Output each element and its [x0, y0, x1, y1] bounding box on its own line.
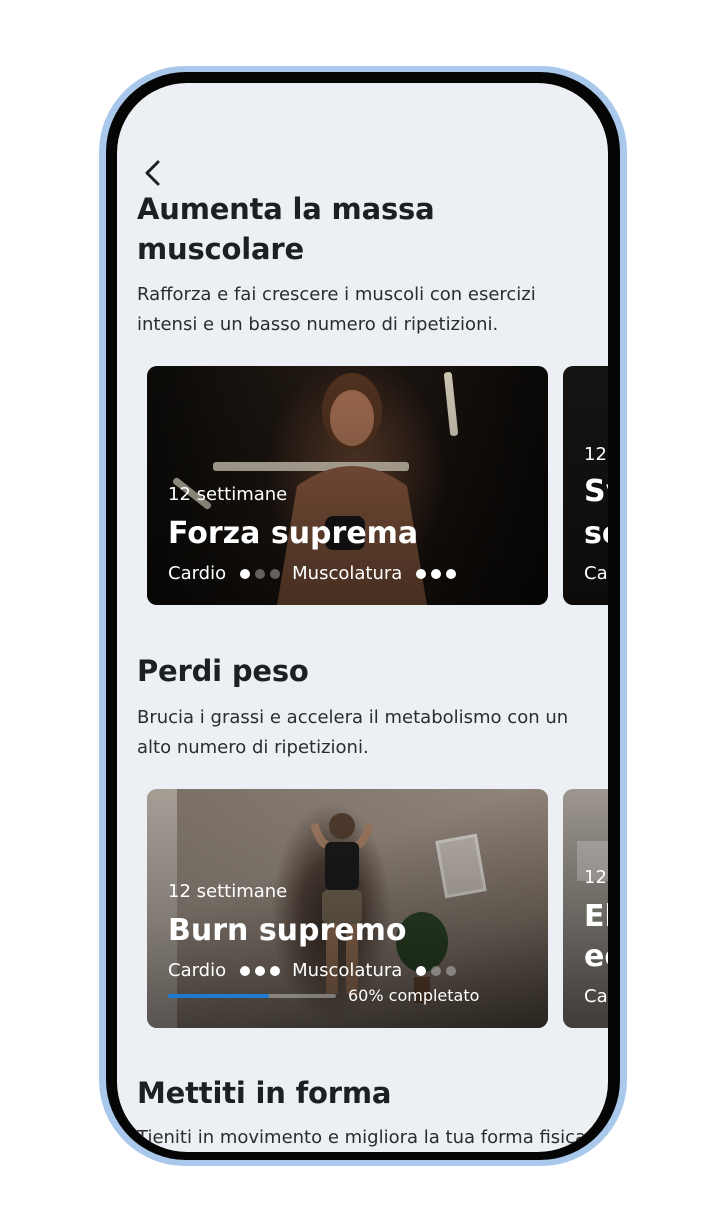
muscle-level-dots: [416, 569, 457, 579]
level-dot: [270, 569, 281, 579]
card-title-line1: El: [584, 899, 608, 934]
card-title: Forza suprema: [168, 516, 419, 551]
level-dot: [240, 966, 251, 976]
level-dot: [431, 966, 442, 976]
card-duration: 12 settimane: [168, 484, 288, 505]
muscle-label: Muscolatura: [292, 960, 403, 981]
card-title-line2: ec: [584, 939, 608, 974]
cardio-level-dots: [240, 569, 281, 579]
level-dot: [446, 569, 457, 579]
card-title-line2: se: [584, 516, 608, 551]
section-description-get-fit: Tieniti in movimento e migliora la tua f…: [137, 1127, 587, 1148]
cardio-label: Cardio: [168, 960, 227, 981]
card-intensity: Cardio Muscolatura: [168, 960, 468, 982]
card-duration: 12 settimane: [168, 881, 288, 902]
app-screen: Aumenta la massa muscolare Rafforza e fa…: [117, 83, 608, 1152]
muscle-label: Muscolatura: [292, 563, 403, 584]
card-title: Burn supremo: [168, 913, 407, 948]
section-description-lose-weight: Brucia i grassi e accelera il metabolism…: [137, 707, 569, 758]
program-card-peek[interactable]: 12 Sv se Ca: [563, 366, 608, 605]
card-duration: 12: [584, 444, 607, 465]
muscle-level-dots: [416, 966, 457, 976]
program-card-forza-suprema[interactable]: 12 settimane Forza suprema Cardio Muscol…: [147, 366, 548, 605]
progress-label: 60% completato: [348, 986, 480, 1005]
program-card-burn-supremo[interactable]: 12 settimane Burn supremo Cardio Muscola…: [147, 789, 548, 1028]
progress-fill: [168, 994, 269, 998]
program-card-peek[interactable]: 12 El ec Ca: [563, 789, 608, 1028]
progress-bar: [168, 994, 336, 998]
level-dot: [240, 569, 251, 579]
level-dot: [446, 966, 457, 976]
section-title-get-fit: Mettiti in forma: [137, 1076, 392, 1110]
level-dot: [431, 569, 442, 579]
card-intensity: Cardio Muscolatura: [168, 563, 468, 585]
level-dot: [255, 966, 266, 976]
section-description-build-muscle: Rafforza e fai crescere i muscoli con es…: [137, 284, 536, 335]
level-dot: [416, 569, 427, 579]
chevron-left-icon[interactable]: [141, 159, 165, 187]
section-title-lose-weight: Perdi peso: [137, 654, 309, 688]
card-title-line1: Sv: [584, 474, 608, 509]
cardio-level-dots: [240, 966, 281, 976]
section-title-build-muscle: Aumenta la massa muscolare: [137, 192, 435, 266]
cardio-label: Cardio: [168, 563, 227, 584]
level-dot: [255, 569, 266, 579]
card-meta: Ca: [584, 986, 608, 1007]
level-dot: [270, 966, 281, 976]
level-dot: [416, 966, 427, 976]
card-meta: Ca: [584, 563, 608, 584]
card-duration: 12: [584, 867, 607, 888]
